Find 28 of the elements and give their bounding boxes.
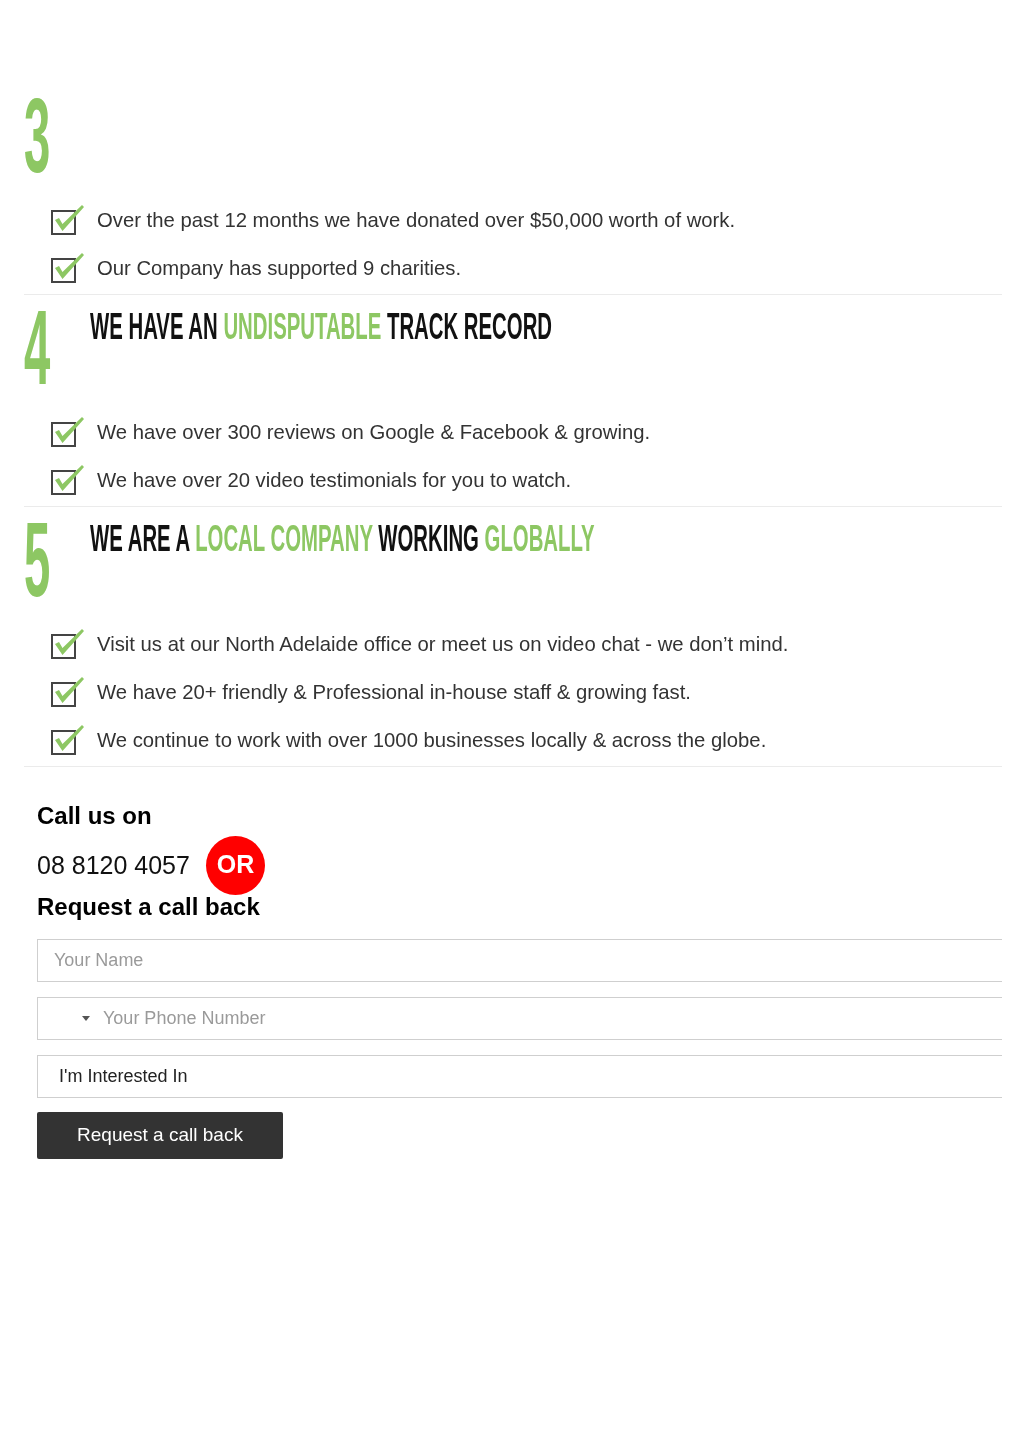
section-number: 4: [24, 295, 51, 400]
benefit-text: Visit us at our North Adelaide office or meet us on video chat - we don’t mind.: [97, 631, 789, 657]
call-label: Call us on: [37, 801, 152, 831]
checked-box-icon: [51, 677, 84, 707]
section-heading: WE HAVE ANUNDISPUTABLETRACK RECORD: [90, 308, 553, 345]
benefit-text: We have over 20 video testimonials for you to watch.: [97, 467, 572, 493]
checked-box-icon: [51, 253, 84, 283]
section-heading: WE ARE ALOCAL COMPANYWORKINGGLOBALLY: [90, 520, 595, 557]
checked-box-icon: [51, 725, 84, 755]
phone-field[interactable]: Your Phone Number: [37, 997, 1002, 1040]
checked-box-icon: [51, 465, 84, 495]
request-title: Request a call back: [37, 892, 260, 922]
section-number: 3: [24, 83, 51, 188]
interest-select[interactable]: I'm Interested In: [37, 1055, 1002, 1098]
request-call-back-button[interactable]: Request a call back: [37, 1112, 283, 1159]
caret-icon[interactable]: [82, 1016, 90, 1021]
benefit-text: We have over 300 reviews on Google & Facebook & growing.: [97, 419, 651, 445]
section-number: 5: [24, 507, 51, 612]
checked-box-icon: [51, 417, 84, 447]
benefit-text: We continue to work with over 1000 businesses locally & across the globe.: [97, 727, 767, 753]
or-badge: OR: [205, 835, 265, 895]
checked-box-icon: [51, 205, 84, 235]
benefit-text: Over the past 12 months we have donated over $50,000 worth of work.: [97, 207, 736, 233]
name-field[interactable]: Your Name: [37, 939, 1002, 982]
benefit-text: Our Company has supported 9 charities.: [97, 255, 462, 281]
benefit-text: We have 20+ friendly & Professional in-house staff & growing fast.: [97, 679, 691, 705]
phone-number: 08 8120 4057: [37, 850, 190, 880]
checked-box-icon: [51, 629, 84, 659]
